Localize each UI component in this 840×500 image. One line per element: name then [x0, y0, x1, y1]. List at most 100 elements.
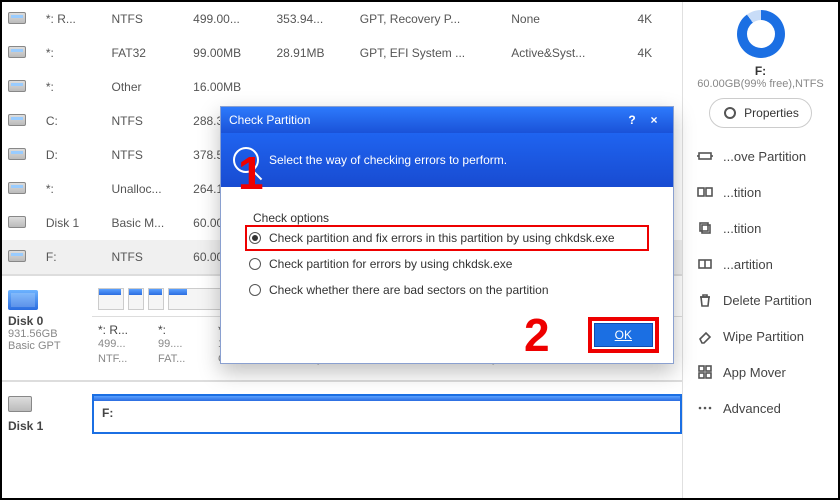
selected-partition-name: F: [693, 64, 828, 78]
cell-drv: *: [40, 70, 106, 104]
drive-icon [8, 250, 26, 262]
sidebar-item[interactable]: Delete Partition [693, 282, 828, 318]
disk0-scheme: Basic GPT [8, 340, 86, 352]
selected-partition-info: 60.00GB(99% free),NTFS [693, 78, 828, 90]
cell-fs: NTFS [106, 2, 188, 36]
cell-fs: Basic M... [106, 206, 188, 240]
cell-cluster: 4K [631, 2, 682, 36]
cell-type: GPT, EFI System ... [354, 36, 505, 70]
trash-icon [697, 292, 713, 308]
radio-icon [249, 232, 261, 244]
part-icon [697, 256, 713, 272]
check-option-fix-label: Check partition and fix errors in this p… [269, 231, 615, 245]
cell-type [354, 70, 505, 104]
col-line1: 99.... [158, 337, 206, 352]
properties-label: Properties [744, 106, 799, 120]
drive-icon [8, 114, 26, 126]
cell-used: 353.94... [270, 2, 353, 36]
sidebar-item-label: ...tition [723, 221, 761, 236]
resize-icon [697, 148, 713, 164]
disk1-f-bar[interactable]: F: [92, 394, 682, 434]
sidebar-item[interactable]: ...ove Partition [693, 138, 828, 174]
dots-icon [697, 400, 713, 416]
annotation-1: 1 [238, 146, 264, 200]
disk0-col: *:99....FAT... [152, 323, 212, 368]
cell-type: GPT, Recovery P... [354, 2, 505, 36]
cell-size: 499.00... [187, 2, 270, 36]
sidebar-item[interactable]: App Mover [693, 354, 828, 390]
partition-row[interactable]: *:FAT3299.00MB28.91MBGPT, EFI System ...… [2, 36, 682, 70]
sidebar-item[interactable]: ...tition [693, 210, 828, 246]
disk0-size: 931.56GB [8, 328, 86, 340]
ok-button[interactable]: OK [594, 323, 653, 347]
gear-icon [722, 105, 738, 121]
cell-drv: Disk 1 [40, 206, 106, 240]
dialog-banner: Select the way of checking errors to per… [221, 133, 673, 187]
disk0-name: Disk 0 [8, 314, 86, 328]
sidebar-item-label: ...tition [723, 185, 761, 200]
drive-icon [8, 12, 26, 24]
pie-chart-icon [737, 10, 785, 58]
dialog-subtitle: Select the way of checking errors to per… [269, 153, 507, 167]
eraser-icon [697, 328, 713, 344]
col-head: *: R... [98, 323, 146, 337]
cell-fs: NTFS [106, 104, 188, 138]
cell-size: 99.00MB [187, 36, 270, 70]
properties-button[interactable]: Properties [709, 98, 812, 128]
disk0-bar[interactable] [128, 288, 144, 310]
disk0-col: *: R...499...NTF... [92, 323, 152, 368]
sidebar-item[interactable]: ...tition [693, 174, 828, 210]
col-line2: NTF... [98, 352, 146, 367]
cell-status [505, 70, 631, 104]
sidebar-item[interactable]: Wipe Partition [693, 318, 828, 354]
cell-fs: NTFS [106, 240, 188, 274]
cell-size: 16.00MB [187, 70, 270, 104]
disk1-summary: Disk 1 F: [2, 380, 682, 447]
cell-fs: FAT32 [106, 36, 188, 70]
partition-row[interactable]: *:Other16.00MB [2, 70, 682, 104]
cell-drv: *: [40, 172, 106, 206]
cell-drv: C: [40, 104, 106, 138]
cell-used [270, 70, 353, 104]
sidebar-item[interactable]: ...artition [693, 246, 828, 282]
cell-fs: NTFS [106, 138, 188, 172]
disk0-bar[interactable] [98, 288, 124, 310]
cell-drv: *: [40, 36, 106, 70]
cell-used: 28.91MB [270, 36, 353, 70]
merge-icon [697, 184, 713, 200]
drive-icon [8, 148, 26, 160]
cell-cluster [631, 70, 682, 104]
help-button[interactable]: ? [621, 113, 643, 127]
check-option-badsectors[interactable]: Check whether there are bad sectors on t… [245, 277, 649, 303]
drive-icon [8, 80, 26, 92]
disk-icon [8, 216, 26, 228]
dialog-title: Check Partition [229, 113, 310, 127]
app-icon [697, 364, 713, 380]
annotation-2: 2 [524, 308, 550, 362]
close-button[interactable]: × [643, 113, 665, 127]
sidebar-item-label: App Mover [723, 365, 786, 380]
sidebar-item-label: Delete Partition [723, 293, 812, 308]
sidebar-item-label: ...ove Partition [723, 149, 806, 164]
sidebar-item-label: ...artition [723, 257, 773, 272]
cell-drv: *: R... [40, 2, 106, 36]
cell-fs: Other [106, 70, 188, 104]
ok-highlight: OK [588, 317, 659, 353]
disk0-bar[interactable] [148, 288, 164, 310]
partition-row[interactable]: *: R...NTFS499.00...353.94...GPT, Recove… [2, 2, 682, 36]
cell-status: None [505, 2, 631, 36]
check-option-errors[interactable]: Check partition for errors by using chkd… [245, 251, 649, 277]
dialog-titlebar[interactable]: Check Partition ? × [221, 107, 673, 133]
cell-status: Active&Syst... [505, 36, 631, 70]
check-options-legend: Check options [249, 211, 333, 225]
drive-icon [8, 46, 26, 58]
check-options-group: Check options Check partition and fix er… [237, 203, 657, 309]
sidebar-item-label: Wipe Partition [723, 329, 804, 344]
check-option-errors-label: Check partition for errors by using chkd… [269, 257, 512, 271]
check-option-fix[interactable]: Check partition and fix errors in this p… [245, 225, 649, 251]
sidebar-item-label: Advanced [723, 401, 781, 416]
check-partition-dialog: Check Partition ? × Select the way of ch… [220, 106, 674, 364]
cell-fs: Unalloc... [106, 172, 188, 206]
sidebar-item[interactable]: Advanced [693, 390, 828, 426]
disk1-name: Disk 1 [8, 419, 86, 433]
